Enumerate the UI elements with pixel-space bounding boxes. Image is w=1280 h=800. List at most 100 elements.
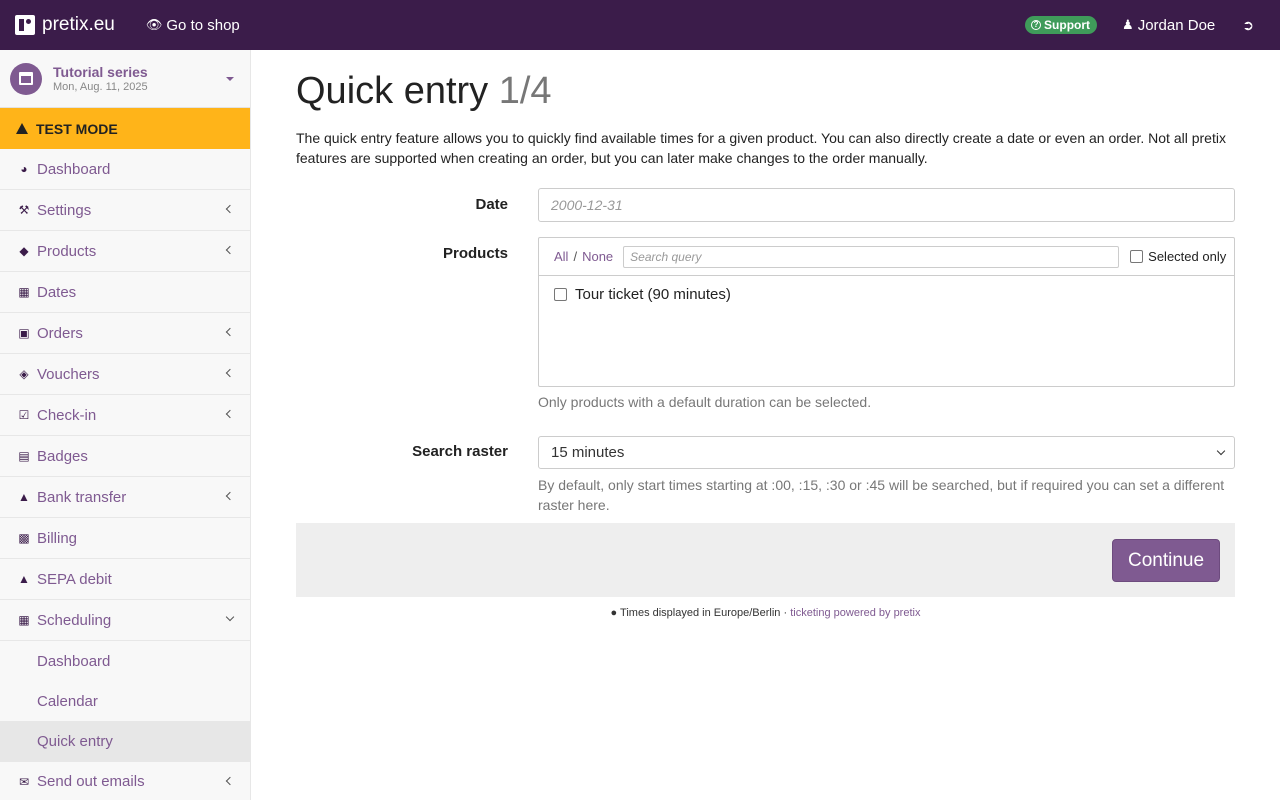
sidebar-item-label: Vouchers bbox=[37, 365, 100, 383]
page-title-text: Quick entry bbox=[296, 70, 489, 112]
support-badge[interactable]: ? Support bbox=[1025, 16, 1098, 34]
sidebar-item-label: Orders bbox=[37, 324, 83, 342]
timezone-text: Times displayed in Europe/Berlin bbox=[620, 607, 781, 619]
sidebar-item-send-out-emails[interactable]: ✉︎ Send out emails bbox=[0, 761, 250, 800]
page-footer: ● Times displayed in Europe/Berlin · tic… bbox=[296, 607, 1235, 619]
sidebar-item-label: Products bbox=[37, 242, 97, 260]
bank-icon: ▲ bbox=[18, 490, 30, 504]
selected-only-checkbox[interactable] bbox=[1130, 250, 1144, 263]
sidebar-item-checkin[interactable]: ☑︎ Check-in bbox=[0, 395, 250, 436]
dashboard-icon: ◕ bbox=[20, 162, 28, 176]
globe-icon: ● bbox=[610, 607, 618, 619]
chevron-left-icon bbox=[225, 245, 235, 255]
sidebar-item-billing[interactable]: ▩ Billing bbox=[0, 518, 250, 559]
date-input[interactable]: 2000-12-31 bbox=[538, 188, 1235, 222]
product-search-input[interactable]: Search query bbox=[623, 245, 1120, 268]
sidebar-subitem-calendar[interactable]: Calendar bbox=[0, 681, 250, 721]
sidebar-item-dates[interactable]: ▦ Dates bbox=[0, 272, 250, 313]
sidebar-item-label: Dashboard bbox=[37, 160, 111, 178]
sidebar-item-products[interactable]: ◆ Products bbox=[0, 231, 250, 272]
caret-down-icon bbox=[226, 76, 234, 81]
sidebar-item-label: Bank transfer bbox=[37, 488, 127, 506]
sidebar-item-label: Settings bbox=[37, 201, 92, 219]
event-switcher[interactable]: Tutorial series Mon, Aug. 11, 2025 bbox=[0, 50, 250, 108]
calendar-icon bbox=[10, 62, 42, 95]
selected-only-label: Selected only bbox=[1148, 249, 1227, 264]
date-label: Date bbox=[475, 196, 508, 213]
chevron-left-icon bbox=[225, 776, 235, 786]
calendar-icon: ▦ bbox=[18, 285, 30, 299]
id-card-icon: ▤ bbox=[18, 449, 30, 463]
chevron-down-icon bbox=[1216, 446, 1226, 456]
sidebar-item-bank-transfer[interactable]: ▲ Bank transfer bbox=[0, 477, 250, 518]
user-menu[interactable]: ♟︎ Jordan Doe bbox=[1122, 17, 1215, 34]
sidebar-item-label: Dates bbox=[37, 283, 77, 301]
ticket-icon: ◆ bbox=[19, 244, 29, 258]
wrench-icon: ⚒︎ bbox=[18, 203, 30, 217]
search-raster-value: 15 minutes bbox=[551, 444, 625, 461]
selected-only-toggle[interactable]: Selected only bbox=[1130, 249, 1226, 264]
user-icon: ♟︎ bbox=[1122, 17, 1134, 32]
brand-name: pretix.eu bbox=[42, 14, 115, 35]
sidebar-item-sepa-debit[interactable]: ▲ SEPA debit bbox=[0, 559, 250, 600]
shopping-cart-icon: ▣ bbox=[18, 326, 30, 340]
bank-icon: ▲ bbox=[18, 572, 30, 586]
sidebar-item-label: Send out emails bbox=[37, 773, 145, 790]
sidebar-item-label: Badges bbox=[37, 447, 88, 465]
test-mode-label: TEST MODE bbox=[36, 120, 118, 137]
sidebar-item-settings[interactable]: ⚒︎ Settings bbox=[0, 190, 250, 231]
sidebar-subitem-dashboard[interactable]: Dashboard bbox=[0, 641, 250, 681]
support-label: Support bbox=[1044, 18, 1091, 32]
chevron-left-icon bbox=[225, 204, 235, 214]
sidebar: Tutorial series Mon, Aug. 11, 2025 TEST … bbox=[0, 50, 251, 800]
chevron-left-icon bbox=[225, 491, 235, 501]
chevron-left-icon bbox=[225, 409, 235, 419]
sidebar-subitem-quick-entry[interactable]: Quick entry bbox=[0, 721, 250, 761]
envelope-icon: ✉︎ bbox=[18, 774, 30, 789]
brand-link[interactable]: pretix.eu bbox=[15, 0, 115, 50]
select-separator: / bbox=[573, 249, 578, 264]
tags-icon: ◈ bbox=[19, 367, 29, 381]
top-navbar: pretix.eu 👁︎ Go to shop ? Support ♟︎ Jor… bbox=[0, 0, 1280, 50]
sign-out-icon[interactable]: ➲︎ bbox=[1242, 17, 1254, 34]
sidebar-item-scheduling[interactable]: ▦ Scheduling bbox=[0, 600, 250, 641]
product-option[interactable]: Tour ticket (90 minutes) bbox=[539, 286, 1234, 303]
pretix-logo-icon bbox=[15, 15, 35, 35]
sidebar-item-label: Billing bbox=[37, 529, 78, 547]
product-name: Tour ticket (90 minutes) bbox=[575, 286, 731, 303]
search-raster-select[interactable]: 15 minutes bbox=[538, 436, 1235, 469]
calendar-icon: ▦ bbox=[18, 613, 30, 627]
search-raster-label: Search raster bbox=[412, 443, 508, 460]
money-icon: ▩ bbox=[18, 531, 30, 545]
sidebar-item-dashboard[interactable]: ◕ Dashboard bbox=[0, 149, 250, 190]
go-to-shop-link[interactable]: 👁︎ Go to shop bbox=[146, 17, 240, 34]
footer-separator: · bbox=[783, 607, 788, 619]
page-title: Quick entry 1/4 bbox=[296, 70, 1235, 112]
products-help: Only products with a default duration ca… bbox=[538, 394, 872, 410]
sidebar-item-vouchers[interactable]: ◈ Vouchers bbox=[0, 354, 250, 395]
select-none-link[interactable]: None bbox=[582, 249, 613, 264]
main-content: Quick entry 1/4 The quick entry feature … bbox=[296, 50, 1235, 619]
page-step: 1/4 bbox=[498, 70, 552, 112]
go-to-shop-label: Go to shop bbox=[166, 16, 240, 34]
continue-button[interactable]: Continue bbox=[1112, 539, 1220, 582]
sidebar-item-label: Check-in bbox=[37, 406, 97, 424]
user-name: Jordan Doe bbox=[1137, 16, 1216, 34]
event-name: Tutorial series bbox=[53, 63, 148, 80]
product-checkbox[interactable] bbox=[554, 288, 567, 301]
chevron-down-icon bbox=[225, 612, 235, 622]
chevron-left-icon bbox=[225, 327, 235, 337]
warning-icon bbox=[16, 123, 28, 134]
search-raster-help: By default, only start times starting at… bbox=[538, 477, 1225, 513]
powered-by-link[interactable]: ticketing powered by pretix bbox=[790, 607, 920, 619]
test-mode-banner: TEST MODE bbox=[0, 108, 250, 149]
sidebar-item-label: Scheduling bbox=[37, 611, 112, 629]
sidebar-item-label: SEPA debit bbox=[37, 570, 112, 588]
products-selector: All / None Search query Selected only To… bbox=[538, 237, 1235, 387]
products-label: Products bbox=[442, 245, 508, 262]
select-all-link[interactable]: All bbox=[554, 249, 568, 264]
sidebar-item-orders[interactable]: ▣ Orders bbox=[0, 313, 250, 354]
check-square-icon: ☑︎ bbox=[18, 408, 30, 422]
sidebar-item-badges[interactable]: ▤ Badges bbox=[0, 436, 250, 477]
question-circle-icon: ? bbox=[1031, 20, 1042, 30]
